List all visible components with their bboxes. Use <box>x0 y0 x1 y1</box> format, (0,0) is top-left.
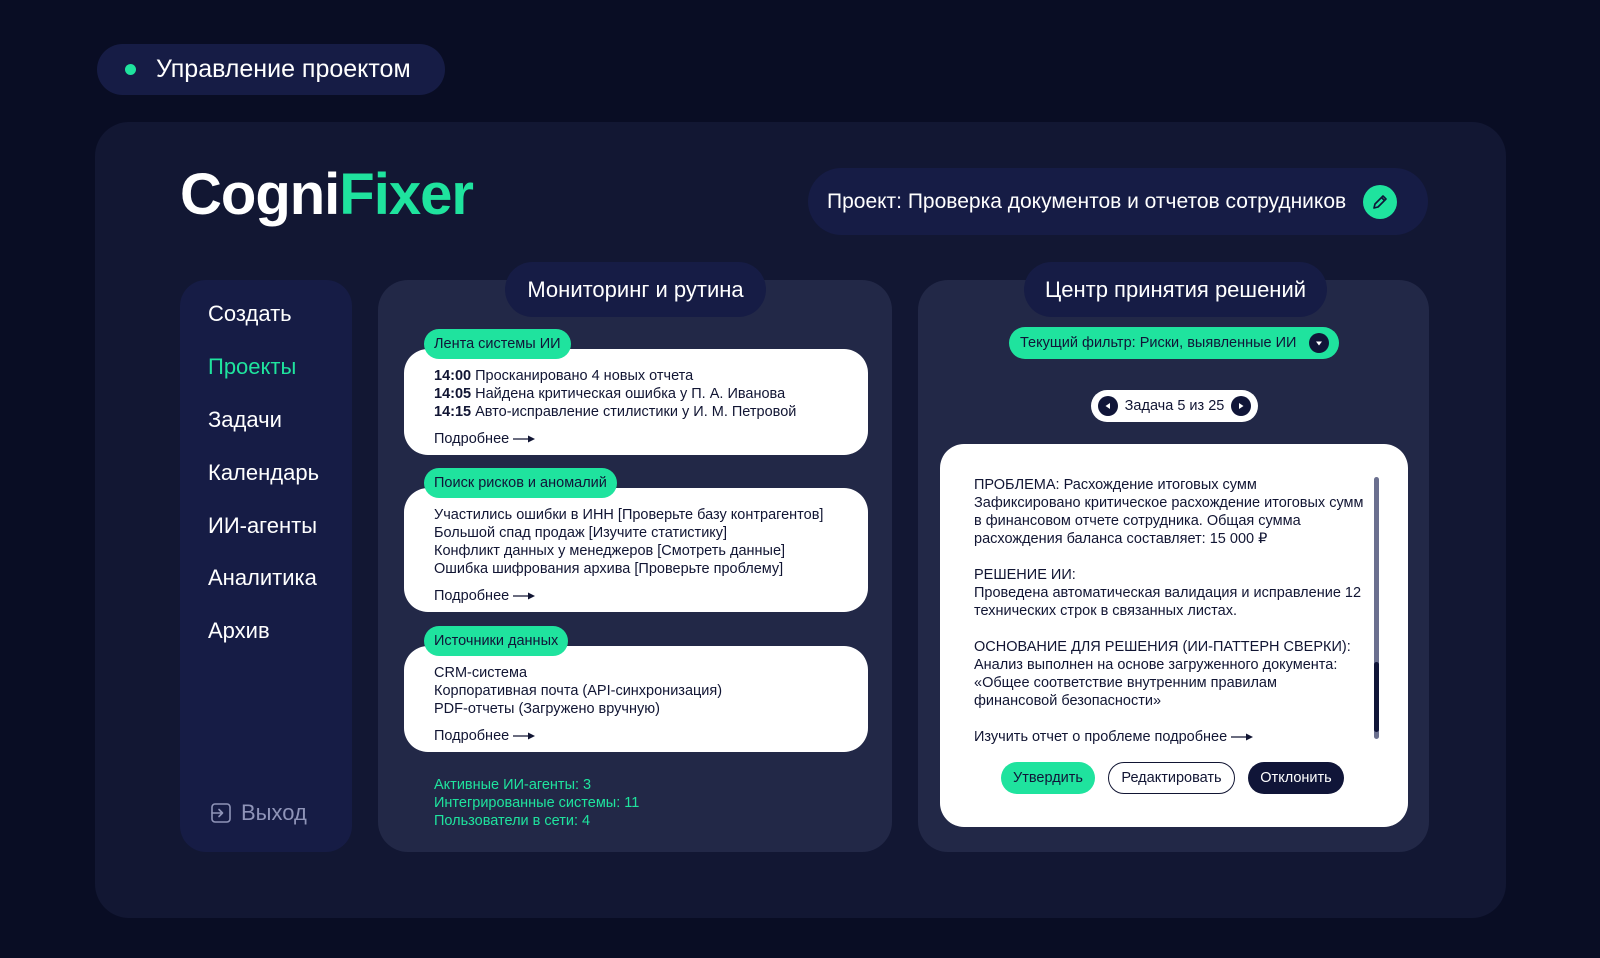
chevron-right-icon <box>1239 403 1244 409</box>
stat-users-online: Пользователи в сети: 4 <box>434 813 591 829</box>
filter-label: Текущий фильтр: Риски, выявленные ИИ <box>1020 335 1297 351</box>
solution-heading: РЕШЕНИЕ ИИ: <box>974 567 1076 583</box>
pencil-icon <box>1373 195 1387 209</box>
chevron-left-icon <box>1105 403 1110 409</box>
decision-center-title: Центр принятия решений <box>1024 262 1327 317</box>
risks-card: Участились ошибки в ИНН [Проверьте базу … <box>404 488 868 612</box>
feed-row: 14:15 Авто-исправление стилистики у И. М… <box>434 404 797 420</box>
problem-text: Зафиксировано критическое расхождение ит… <box>974 495 1364 547</box>
basis-text: Анализ выполнен на основе загруженного д… <box>974 657 1338 709</box>
system-stats: Активные ИИ-агенты: 3 Интегрированные си… <box>434 776 639 830</box>
sources-more-link[interactable]: Подробнее <box>434 727 868 745</box>
pager-label: Задача 5 из 25 <box>1124 398 1225 414</box>
risks-more-link[interactable]: Подробнее <box>434 587 868 605</box>
page-title-pill: Управление проектом <box>97 44 445 95</box>
sidebar-item-tasks[interactable]: Задачи <box>208 407 282 433</box>
arrow-right-icon <box>1231 733 1254 741</box>
basis-heading: ОСНОВАНИЕ ДЛЯ РЕШЕНИЯ (ИИ-ПАТТЕРН СВЕРКИ… <box>974 639 1351 655</box>
problem-report-link[interactable]: Изучить отчет о проблеме подробнее <box>974 728 1364 746</box>
risk-row[interactable]: Ошибка шифрования архива [Проверьте проб… <box>434 560 868 578</box>
edit-project-button[interactable] <box>1363 185 1397 219</box>
reject-button[interactable]: Отклонить <box>1248 762 1344 794</box>
ai-feed-tag: Лента системы ИИ <box>424 329 571 359</box>
source-row: PDF-отчеты (Загружено вручную) <box>434 701 660 717</box>
feed-more-link[interactable]: Подробнее <box>434 430 868 448</box>
solution-block: РЕШЕНИЕ ИИ: Проведена автоматическая вал… <box>974 566 1364 620</box>
feed-row: 14:05 Найдена критическая ошибка у П. А.… <box>434 386 786 402</box>
decision-content: ПРОБЛЕМА: Расхождение итоговых сумм Зафи… <box>974 476 1364 746</box>
arrow-right-icon <box>513 435 536 443</box>
sidebar-item-archive[interactable]: Архив <box>208 618 270 644</box>
task-pager: Задача 5 из 25 <box>1091 390 1258 422</box>
edit-button[interactable]: Редактировать <box>1108 762 1235 794</box>
source-row: CRM-система <box>434 665 528 681</box>
monitoring-title: Мониторинг и рутина <box>505 262 766 317</box>
project-header: Проект: Проверка документов и отчетов со… <box>808 168 1428 235</box>
feed-row: 14:00 Просканировано 4 новых отчета <box>434 368 694 384</box>
page-title: Управление проектом <box>156 55 411 83</box>
scrollbar-thumb[interactable] <box>1374 662 1379 732</box>
logo-part-2: Fixer <box>339 162 474 227</box>
filter-dropdown[interactable]: Текущий фильтр: Риски, выявленные ИИ <box>1009 327 1339 359</box>
ai-feed-card: 14:00 Просканировано 4 новых отчета 14:0… <box>404 349 868 455</box>
solution-text: Проведена автоматическая валидация и исп… <box>974 585 1362 619</box>
data-sources-card: CRM-система Корпоративная почта (API-син… <box>404 646 868 752</box>
project-label: Проект: Проверка документов и отчетов со… <box>827 189 1347 213</box>
basis-block: ОСНОВАНИЕ ДЛЯ РЕШЕНИЯ (ИИ-ПАТТЕРН СВЕРКИ… <box>974 638 1364 710</box>
sidebar-item-projects[interactable]: Проекты <box>208 354 296 380</box>
decision-card: ПРОБЛЕМА: Расхождение итоговых сумм Зафи… <box>940 444 1408 827</box>
logo-part-1: Cogni <box>180 162 340 227</box>
next-task-button[interactable] <box>1231 396 1251 416</box>
prev-task-button[interactable] <box>1098 396 1118 416</box>
risk-row[interactable]: Конфликт данных у менеджеров [Смотреть д… <box>434 542 868 560</box>
logout-icon <box>211 803 231 823</box>
sidebar-item-calendar[interactable]: Календарь <box>208 460 319 486</box>
chevron-down-icon <box>1309 333 1329 353</box>
stat-integrated-systems: Интегрированные системы: 11 <box>434 795 640 811</box>
logo: CogniFixer <box>180 160 474 230</box>
risk-row[interactable]: Участились ошибки в ИНН [Проверьте базу … <box>434 506 868 524</box>
stat-active-agents: Активные ИИ-агенты: 3 <box>434 777 592 793</box>
risk-row[interactable]: Большой спад продаж [Изучите статистику] <box>434 524 868 542</box>
problem-block: ПРОБЛЕМА: Расхождение итоговых сумм Зафи… <box>974 476 1364 548</box>
source-row: Корпоративная почта (API-синхронизация) <box>434 683 723 699</box>
arrow-right-icon <box>513 592 536 600</box>
logout-button[interactable]: Выход <box>209 800 307 826</box>
sidebar-item-analytics[interactable]: Аналитика <box>208 565 317 591</box>
arrow-right-icon <box>513 732 536 740</box>
risks-tag: Поиск рисков и аномалий <box>424 468 617 498</box>
status-dot <box>125 64 136 75</box>
approve-button[interactable]: Утвердить <box>1001 762 1095 794</box>
data-sources-tag: Источники данных <box>424 626 569 656</box>
sidebar-item-ai-agents[interactable]: ИИ-агенты <box>208 513 317 539</box>
sidebar: Создать Проекты Задачи Календарь ИИ-аген… <box>180 280 352 852</box>
logout-label: Выход <box>241 800 307 825</box>
problem-heading: ПРОБЛЕМА: Расхождение итоговых сумм <box>974 477 1257 493</box>
sidebar-item-create[interactable]: Создать <box>208 301 292 327</box>
